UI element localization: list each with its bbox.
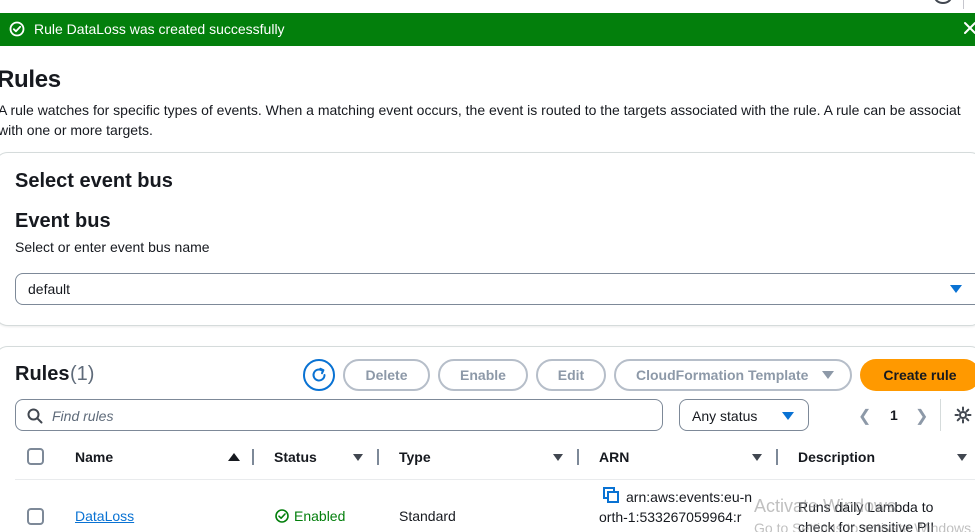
rule-status: Enabled [294,508,346,524]
cloudformation-template-label: CloudFormation Template [636,367,809,383]
settings-gear-icon[interactable] [954,406,972,424]
column-separator[interactable] [577,449,579,465]
table-row-separator [15,479,975,480]
rule-description-line2: check for sensitive PII [798,519,935,532]
current-page-number[interactable]: 1 [890,407,898,423]
column-separator[interactable] [377,449,379,465]
column-header-name[interactable]: Name [75,449,113,465]
search-icon [27,408,43,424]
edit-button[interactable]: Edit [536,359,606,391]
sort-descending-icon[interactable] [553,454,563,461]
user-icon[interactable] [934,0,952,4]
caret-down-icon [950,285,962,293]
event-bus-hint: Select or enter event bus name [15,239,210,255]
next-page-icon[interactable]: ❯ [915,406,928,426]
check-circle-icon [275,509,289,523]
rule-type: Standard [399,508,456,524]
caret-down-icon [822,371,834,379]
find-rules-input[interactable] [52,406,652,426]
flash-message: Rule DataLoss was created successfully [34,21,285,37]
rule-description-line1: Runs daily Lambda to [798,499,934,515]
refresh-button[interactable] [303,359,335,391]
top-toolbar-sliver [0,0,975,13]
sort-descending-icon[interactable] [752,454,762,461]
cloudformation-template-button[interactable]: CloudFormation Template [614,359,852,391]
rule-arn-line1: arn:aws:events:eu-n [626,489,753,505]
event-bus-label: Event bus [15,210,111,232]
column-header-description[interactable]: Description [798,449,875,465]
page-title: Rules [0,66,61,93]
caret-down-icon [782,412,794,420]
sort-descending-icon[interactable] [957,454,967,461]
close-icon[interactable] [962,19,975,37]
check-circle-icon [9,21,25,37]
rule-description: Runs daily Lambda to check for sensitive… [798,497,943,532]
event-bus-select-value: default [28,281,71,297]
enable-button[interactable]: Enable [438,359,528,391]
column-separator[interactable] [776,449,778,465]
column-header-arn[interactable]: ARN [599,449,629,465]
select-all-checkbox[interactable] [27,448,44,465]
rule-arn-line2: orth-1:533267059964:r [599,509,742,525]
column-separator[interactable] [252,449,254,465]
page-description: A rule watches for specific types of eve… [0,102,961,138]
rules-count: (1) [70,363,95,385]
sort-descending-icon[interactable] [353,454,363,461]
create-rule-button[interactable]: Create rule [860,359,975,391]
status-filter-select[interactable]: Any status [679,399,809,431]
column-header-status[interactable]: Status [274,449,317,465]
refresh-icon [312,367,326,382]
previous-page-icon[interactable]: ❮ [858,406,871,426]
success-flash-banner: Rule DataLoss was created successfully [0,13,975,46]
find-rules-search [15,399,663,431]
rule-arn: arn:aws:events:eu-n orth-1:533267059964:… [599,487,755,527]
row-select-checkbox[interactable] [27,508,44,525]
sort-ascending-icon[interactable] [228,453,240,461]
column-header-type[interactable]: Type [399,449,431,465]
event-bus-select[interactable]: default [15,273,975,305]
status-filter-value: Any status [692,408,758,424]
toolbar-divider [963,0,964,9]
event-bus-panel-heading: Select event bus [15,170,173,192]
pagination-divider [940,399,941,431]
delete-button[interactable]: Delete [343,359,430,391]
rules-table-title: Rules [15,363,70,385]
rule-name-link[interactable]: DataLoss [75,508,134,524]
